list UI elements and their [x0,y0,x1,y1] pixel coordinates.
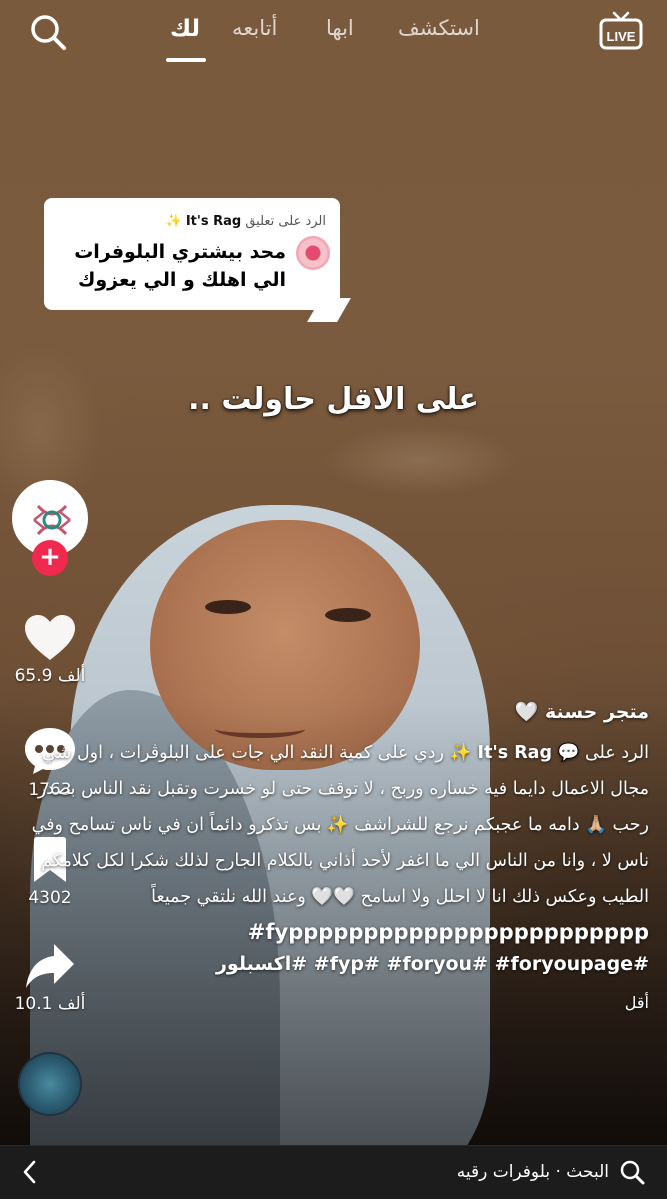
music-disc-icon[interactable] [18,1052,82,1116]
hashtags-line-2[interactable]: اكسبلور# #fyp# #foryou# #foryoupage# [9,949,649,979]
hashtags-line-1[interactable]: #fypppppppppppppppppppppppp [9,915,649,949]
bottom-search-query: البحث · بلوفرات رقيه [456,1162,609,1182]
reply-card-tail [307,298,351,322]
like-button[interactable]: 65.9 ألف [0,614,100,686]
follow-plus-button[interactable]: + [32,540,68,576]
tab-abha[interactable]: ابها [326,16,354,40]
video-description: متجر حسنة 🤍 الرد على 💬 It's Rag ✨ ردي عل… [9,700,649,1012]
reply-user-link[interactable]: It's Rag ✨ [450,743,552,763]
video-overlay-caption: على الاقل حاولت .. [188,382,479,417]
live-icon[interactable]: LIVE [598,10,644,50]
reply-username: It's Rag [185,214,242,229]
like-count: 65.9 ألف [14,666,86,686]
search-icon [620,1160,645,1185]
sparkle-icon: ✨ [165,214,182,229]
description-body: الرد على 💬 It's Rag ✨ ردي على كمية النقد… [9,735,649,915]
description-text: ردي على كمية النقد الي جات على البلوڤرات… [31,743,649,907]
shop-name[interactable]: متجر حسنة 🤍 [9,700,649,723]
show-less-link[interactable]: أقل [9,993,649,1012]
commenter-avatar [294,234,332,272]
chevron-left-icon[interactable] [20,1158,40,1186]
reply-comment-card[interactable]: الرد على تعليق It's Rag ✨ محد بيشتري الب… [44,198,351,322]
top-nav: لك أتابعه ابها استكشف LIVE [0,0,667,70]
tab-following[interactable]: أتابعه [232,16,277,40]
reply-card-header: الرد على تعليق It's Rag ✨ [165,214,326,229]
tab-for-you[interactable]: لك [170,16,200,42]
video-screen[interactable]: لك أتابعه ابها استكشف LIVE الرد على تعلي… [0,0,667,1199]
search-icon[interactable] [28,12,68,52]
tab-explore[interactable]: استكشف [398,16,480,40]
heart-icon [25,615,75,660]
bottom-search-bar[interactable]: البحث · بلوفرات رقيه [0,1145,667,1199]
reply-prefix-label: الرد على 💬 [557,743,649,763]
live-label: LIVE [607,29,636,44]
active-tab-indicator [166,58,206,62]
reply-comment-text: محد بيشتري البلوفرات الي اهلك و الي يعزو… [74,241,286,291]
reply-prefix: الرد على تعليق [245,214,326,229]
